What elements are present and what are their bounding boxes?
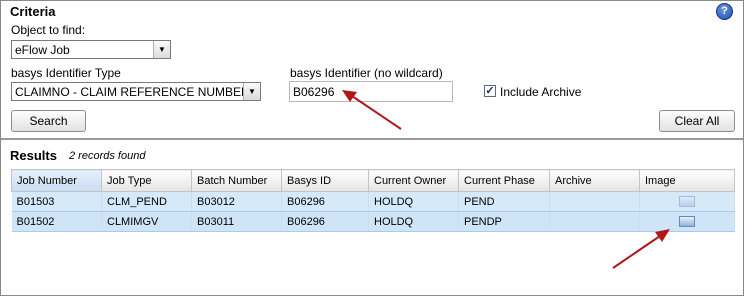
arrow-to-identifier-head (342, 90, 357, 102)
arrow-to-image-line (612, 235, 661, 269)
arrow-to-image-head (655, 229, 670, 242)
annotation-arrows (342, 90, 670, 269)
arrow-to-identifier-line (351, 95, 402, 130)
